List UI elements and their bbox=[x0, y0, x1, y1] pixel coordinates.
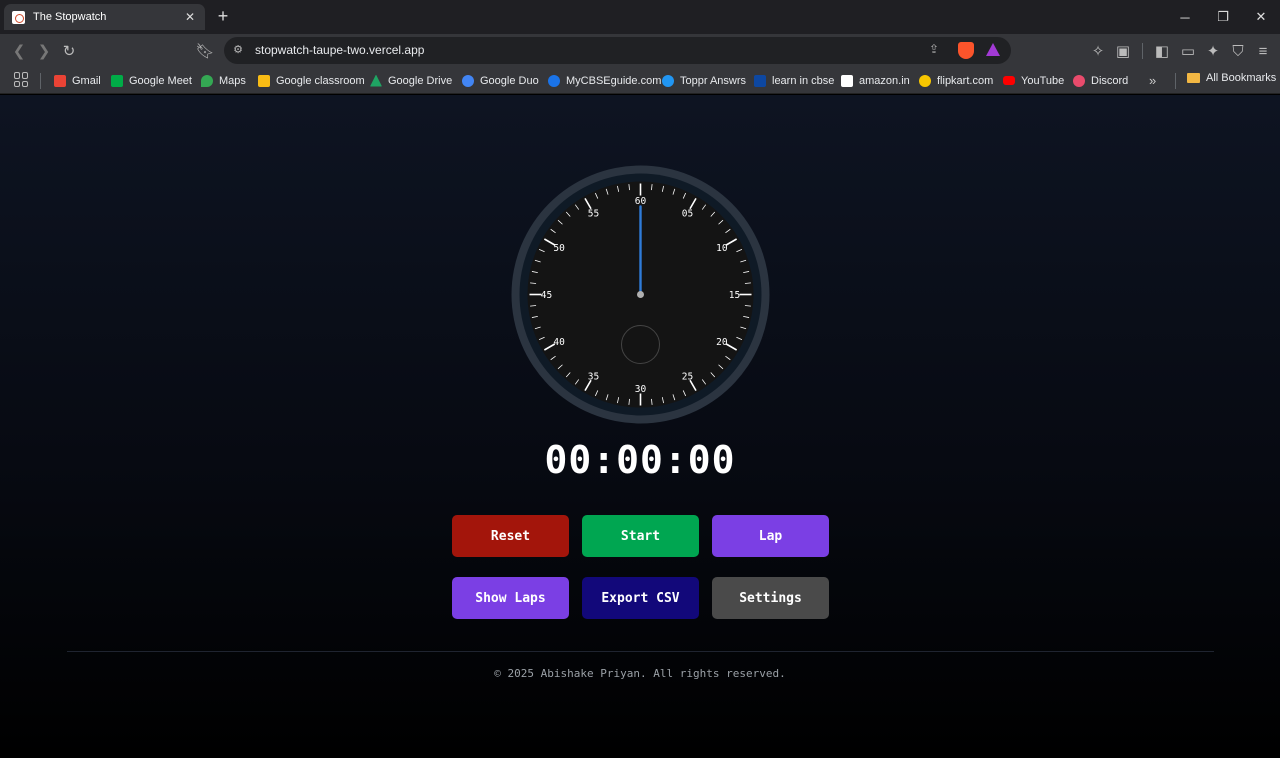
site-info-icon[interactable]: ⚙ bbox=[231, 43, 245, 57]
forward-button[interactable]: ❯ bbox=[33, 40, 55, 62]
flipkart-icon bbox=[919, 74, 931, 87]
dial-number-label: 25 bbox=[682, 371, 693, 382]
settings-button[interactable]: Settings bbox=[712, 577, 829, 619]
dial-number-label: 05 bbox=[682, 209, 693, 220]
vpn-icon[interactable]: ⛉ bbox=[1227, 40, 1249, 62]
stopwatch-favicon-icon bbox=[12, 10, 25, 24]
menu-icon[interactable]: ≡ bbox=[1252, 40, 1274, 62]
dial-number-label: 50 bbox=[553, 243, 565, 254]
lap-button[interactable]: Lap bbox=[712, 515, 829, 557]
brave-shields-icon[interactable] bbox=[958, 42, 974, 59]
maps-icon bbox=[201, 74, 213, 87]
bookmark-google-meet[interactable]: Google Meet bbox=[111, 72, 192, 89]
brave-rewards-icon[interactable] bbox=[986, 43, 1000, 56]
discord-icon bbox=[1073, 74, 1085, 87]
toppr-icon bbox=[662, 74, 674, 87]
dial-number-label: 30 bbox=[635, 384, 647, 395]
classroom-icon bbox=[258, 74, 270, 87]
show-laps-button[interactable]: Show Laps bbox=[452, 577, 569, 619]
dial-number-label: 15 bbox=[729, 290, 740, 301]
extensions-icon[interactable]: ✧ bbox=[1087, 40, 1109, 62]
mycbseguide-icon bbox=[548, 74, 560, 87]
time-display: 00:00:00 bbox=[544, 438, 736, 482]
dial-number-label: 40 bbox=[553, 337, 565, 348]
drive-icon bbox=[370, 74, 382, 87]
minimize-icon[interactable]: ─ bbox=[1166, 0, 1204, 34]
bookmarks-divider bbox=[1175, 73, 1176, 89]
dial-svg: 600510152025303540455055 bbox=[511, 165, 770, 424]
all-bookmarks-button[interactable]: All Bookmarks bbox=[1187, 72, 1276, 84]
new-tab-button[interactable]: + bbox=[214, 7, 232, 25]
restore-icon[interactable]: ❐ bbox=[1204, 0, 1242, 34]
footer-copyright: © 2025 Abishake Priyan. All rights reser… bbox=[494, 667, 786, 680]
bookmark-discord[interactable]: Discord bbox=[1073, 72, 1128, 89]
stopwatch-page: 60 05 10 15 20 25 30 35 40 45 50 55 00:00:00 Reset … bbox=[0, 95, 1280, 758]
footer-divider bbox=[67, 651, 1214, 652]
bookmark-flipkart[interactable]: flipkart.com bbox=[919, 72, 993, 89]
hand-pivot bbox=[637, 291, 644, 298]
reload-button[interactable]: ↻ bbox=[58, 40, 80, 62]
start-button[interactable]: Start bbox=[582, 515, 699, 557]
bookmark-mycbseguide[interactable]: MyCBSEguide.com bbox=[548, 72, 661, 89]
gmail-icon bbox=[54, 74, 66, 87]
dial-number-label: 45 bbox=[541, 290, 552, 301]
back-button[interactable]: ❮ bbox=[8, 40, 30, 62]
share-icon[interactable]: ⇪ bbox=[926, 42, 942, 58]
tab-title: The Stopwatch bbox=[33, 11, 107, 23]
dial-number-label: 10 bbox=[716, 243, 728, 254]
bookmark-learn-in-cbse[interactable]: learn in cbse bbox=[754, 72, 834, 89]
close-tab-icon[interactable]: ✕ bbox=[183, 10, 197, 24]
window-close-icon[interactable]: ✕ bbox=[1242, 0, 1280, 34]
browser-toolbar: ❮ ❯ ↻ 🔖︎ ⚙ stopwatch-taupe-two.vercel.ap… bbox=[0, 34, 1280, 67]
screenshot-icon[interactable]: ▣ bbox=[1112, 40, 1134, 62]
bookmark-maps[interactable]: Maps bbox=[201, 72, 246, 89]
stopwatch-dial: 60 05 10 15 20 25 30 35 40 45 50 55 bbox=[507, 161, 774, 428]
bookmark-youtube[interactable]: YouTube bbox=[1003, 72, 1064, 89]
dial-number-label: 20 bbox=[716, 337, 728, 348]
toolbar-divider bbox=[1142, 43, 1143, 59]
bookmark-icon[interactable]: 🔖︎ bbox=[194, 40, 216, 62]
url-text[interactable]: stopwatch-taupe-two.vercel.app bbox=[255, 43, 424, 57]
youtube-icon bbox=[1003, 76, 1015, 85]
dial-number-label: 35 bbox=[588, 371, 599, 382]
learncbse-icon bbox=[754, 74, 766, 87]
browser-tab[interactable]: The Stopwatch ✕ bbox=[4, 4, 205, 30]
bookmark-google-duo[interactable]: Google Duo bbox=[462, 72, 539, 89]
apps-grid-icon[interactable] bbox=[14, 72, 29, 87]
tab-strip: The Stopwatch ✕ + ─ ❐ ✕ bbox=[0, 0, 1280, 34]
bookmark-gmail[interactable]: Gmail bbox=[54, 72, 101, 89]
wallet-icon[interactable]: ▭ bbox=[1177, 40, 1199, 62]
bookmark-amazon[interactable]: amazon.in bbox=[841, 72, 910, 89]
duo-icon bbox=[462, 74, 474, 87]
google-meet-icon bbox=[111, 74, 123, 87]
sidebar-icon[interactable]: ◧ bbox=[1151, 40, 1173, 62]
amazon-icon bbox=[841, 74, 853, 87]
dial-number-label: 55 bbox=[588, 209, 599, 220]
more-bookmarks-icon[interactable]: » bbox=[1149, 73, 1156, 88]
address-bar[interactable]: ⚙ stopwatch-taupe-two.vercel.app ⇪ bbox=[224, 37, 1011, 64]
bookmarks-bar: Gmail Google Meet Maps Google classroom … bbox=[0, 67, 1280, 94]
export-csv-button[interactable]: Export CSV bbox=[582, 577, 699, 619]
folder-icon bbox=[1187, 73, 1200, 83]
bookmarks-divider bbox=[40, 73, 41, 89]
leo-ai-icon[interactable]: ✦ bbox=[1202, 40, 1224, 62]
bookmark-google-drive[interactable]: Google Drive bbox=[370, 72, 452, 89]
bookmark-toppr[interactable]: Toppr Answrs bbox=[662, 72, 746, 89]
reset-button[interactable]: Reset bbox=[452, 515, 569, 557]
bookmark-google-classroom[interactable]: Google classroom bbox=[258, 72, 365, 89]
